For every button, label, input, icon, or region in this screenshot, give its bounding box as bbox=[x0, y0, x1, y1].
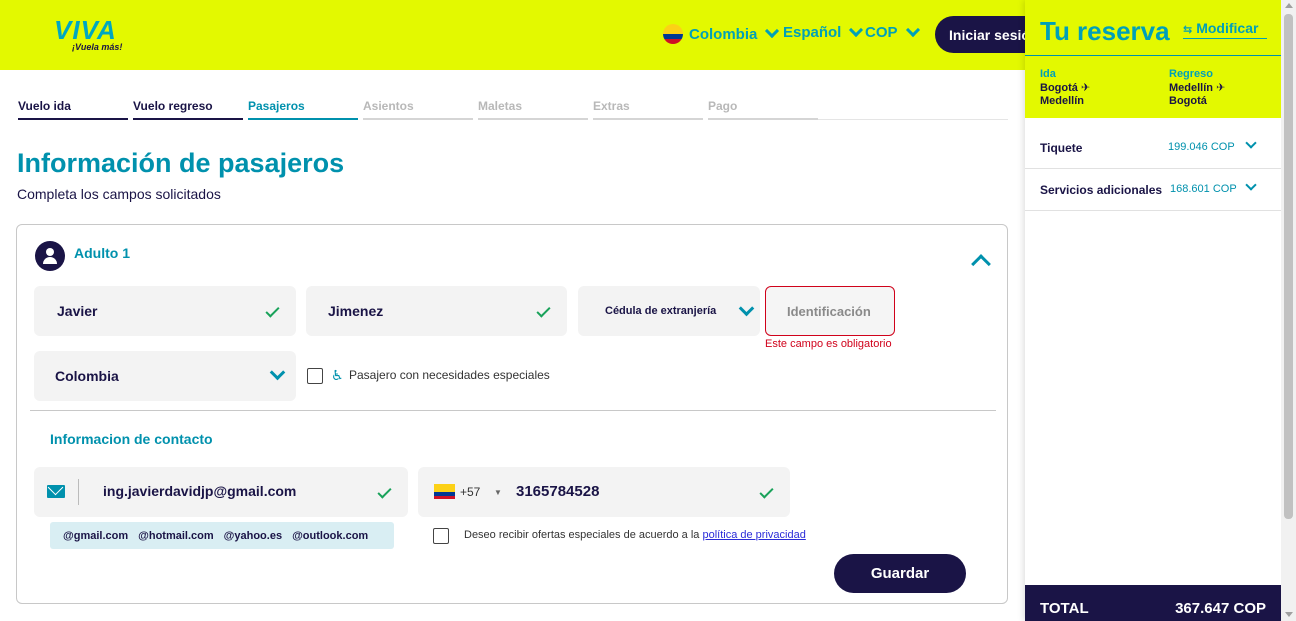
extras-value: 168.601 COP bbox=[1170, 183, 1237, 195]
domain-chip[interactable]: @yahoo.es bbox=[224, 530, 282, 542]
colombia-flag-icon bbox=[434, 484, 455, 499]
colombia-flag-icon bbox=[663, 24, 683, 44]
wheelchair-icon: ♿ bbox=[331, 367, 344, 383]
scroll-thumb[interactable] bbox=[1284, 14, 1293, 519]
domain-chip[interactable]: @hotmail.com bbox=[138, 530, 214, 542]
ticket-row[interactable]: Tiquete 199.046 COP bbox=[1025, 127, 1281, 169]
special-needs-checkbox[interactable] bbox=[307, 368, 323, 384]
offers-checkbox[interactable] bbox=[433, 528, 449, 544]
step-vuelo-ida[interactable]: Vuelo ida bbox=[18, 99, 128, 120]
scroll-down-arrow-icon[interactable] bbox=[1285, 612, 1293, 617]
reservation-title: Tu reserva bbox=[1040, 16, 1170, 46]
currency-selector[interactable]: COP bbox=[865, 22, 920, 41]
page-title: Información de pasajeros bbox=[17, 148, 345, 178]
viva-logo[interactable]: VIVA ¡Vuela más! bbox=[54, 15, 123, 52]
contact-title: Informacion de contacto bbox=[50, 431, 213, 447]
booking-steps: Vuelo ida Vuelo regreso Pasajeros Asient… bbox=[18, 99, 818, 120]
mail-icon bbox=[47, 485, 65, 498]
step-vuelo-regreso[interactable]: Vuelo regreso bbox=[133, 99, 243, 120]
outbound-label: Ida bbox=[1040, 68, 1056, 80]
caret-down-icon: ▼ bbox=[494, 488, 502, 497]
step-maletas: Maletas bbox=[478, 99, 588, 120]
logo-tagline: ¡Vuela más! bbox=[72, 42, 123, 52]
field-separator bbox=[78, 479, 79, 505]
passenger-title: Adulto 1 bbox=[74, 245, 130, 261]
total-bar: TOTAL 367.647 COP bbox=[1025, 585, 1281, 621]
steps-line bbox=[818, 119, 1008, 120]
logo-text: VIVA bbox=[54, 15, 117, 45]
country-selector[interactable]: Colombia bbox=[663, 23, 780, 44]
country-label: Colombia bbox=[689, 25, 758, 43]
nationality-value: Colombia bbox=[55, 368, 119, 384]
check-icon bbox=[265, 303, 280, 318]
plane-icon: ✈ bbox=[1216, 82, 1226, 94]
user-icon bbox=[35, 241, 65, 271]
chevron-down-icon bbox=[1245, 137, 1257, 149]
panel-divider bbox=[1025, 55, 1281, 56]
chevron-down-icon bbox=[269, 364, 286, 381]
doc-type-value: Cédula de extranjería bbox=[605, 305, 717, 317]
ticket-value: 199.046 COP bbox=[1168, 141, 1235, 153]
extras-row[interactable]: Servicios adicionales 168.601 COP bbox=[1025, 169, 1281, 211]
passenger-card: Adulto 1 Javier Jimenez Cédula de extran… bbox=[16, 224, 1008, 604]
step-pasajeros[interactable]: Pasajeros bbox=[248, 99, 358, 120]
section-divider bbox=[30, 410, 996, 411]
swap-icon: ⇆ bbox=[1183, 24, 1193, 36]
nationality-select[interactable]: Colombia bbox=[34, 351, 296, 401]
reservation-header: Tu reserva ⇆ Modificar Ida Bogotá ✈ Medell… bbox=[1025, 0, 1281, 118]
domain-chip[interactable]: @outlook.com bbox=[292, 530, 368, 542]
email-value: ing.javierdavidjp@gmail.com bbox=[103, 483, 297, 499]
check-icon bbox=[759, 484, 774, 499]
doc-type-select[interactable]: Cédula de extranjería bbox=[578, 286, 760, 336]
phone-value: 3165784528 bbox=[516, 483, 600, 500]
id-number-input[interactable]: Identificación bbox=[765, 286, 895, 336]
step-asientos: Asientos bbox=[363, 99, 473, 120]
privacy-policy-link[interactable]: política de privacidad bbox=[702, 529, 805, 541]
step-pago: Pago bbox=[708, 99, 818, 120]
first-name-value: Javier bbox=[57, 303, 98, 319]
save-button[interactable]: Guardar bbox=[834, 554, 966, 593]
return-label: Regreso bbox=[1169, 68, 1214, 80]
chevron-down-icon bbox=[738, 300, 755, 317]
last-name-field[interactable]: Jimenez bbox=[306, 286, 567, 336]
first-name-field[interactable]: Javier bbox=[34, 286, 296, 336]
offers-label: Deseo recibir ofertas especiales de acue… bbox=[464, 529, 806, 541]
extras-label: Servicios adicionales bbox=[1040, 183, 1163, 197]
chevron-down-icon bbox=[905, 22, 920, 37]
chevron-down-icon bbox=[765, 23, 780, 39]
chevron-down-icon bbox=[1245, 179, 1257, 191]
currency-label: COP bbox=[865, 24, 898, 41]
check-icon bbox=[377, 484, 392, 499]
total-value: 367.647 COP bbox=[1175, 600, 1266, 617]
email-field[interactable]: ing.javierdavidjp@gmail.com bbox=[34, 467, 408, 517]
plane-icon: ✈ bbox=[1080, 82, 1091, 94]
language-label: Español bbox=[783, 24, 842, 41]
step-extras: Extras bbox=[593, 99, 703, 120]
domain-chip[interactable]: @gmail.com bbox=[63, 530, 128, 542]
phone-country-code[interactable]: +57 bbox=[460, 485, 480, 499]
page-scrollbar[interactable] bbox=[1281, 0, 1296, 621]
id-error-message: Este campo es obligatorio bbox=[765, 338, 892, 350]
total-label: TOTAL bbox=[1040, 600, 1089, 617]
modify-button[interactable]: ⇆ Modificar bbox=[1183, 20, 1267, 39]
phone-field[interactable]: +57 ▼ 3165784528 bbox=[418, 467, 790, 517]
special-needs-label: Pasajero con necesidades especiales bbox=[349, 368, 550, 382]
return-route: Medellín ✈ Bogotá bbox=[1169, 82, 1226, 107]
outbound-route: Bogotá ✈ Medellín bbox=[1040, 82, 1091, 107]
ticket-label: Tiquete bbox=[1040, 141, 1083, 155]
last-name-value: Jimenez bbox=[328, 303, 384, 319]
chevron-up-icon[interactable] bbox=[971, 254, 991, 274]
check-icon bbox=[536, 303, 551, 318]
language-selector[interactable]: Español bbox=[783, 22, 864, 41]
email-domain-suggestions: @gmail.com @hotmail.com @yahoo.es @outlo… bbox=[50, 522, 394, 549]
chevron-down-icon bbox=[849, 22, 864, 37]
scroll-up-arrow-icon[interactable] bbox=[1285, 3, 1293, 8]
reservation-panel: Tu reserva ⇆ Modificar Ida Bogotá ✈ Medell… bbox=[1025, 0, 1281, 621]
page-subtitle: Completa los campos solicitados bbox=[17, 186, 221, 202]
